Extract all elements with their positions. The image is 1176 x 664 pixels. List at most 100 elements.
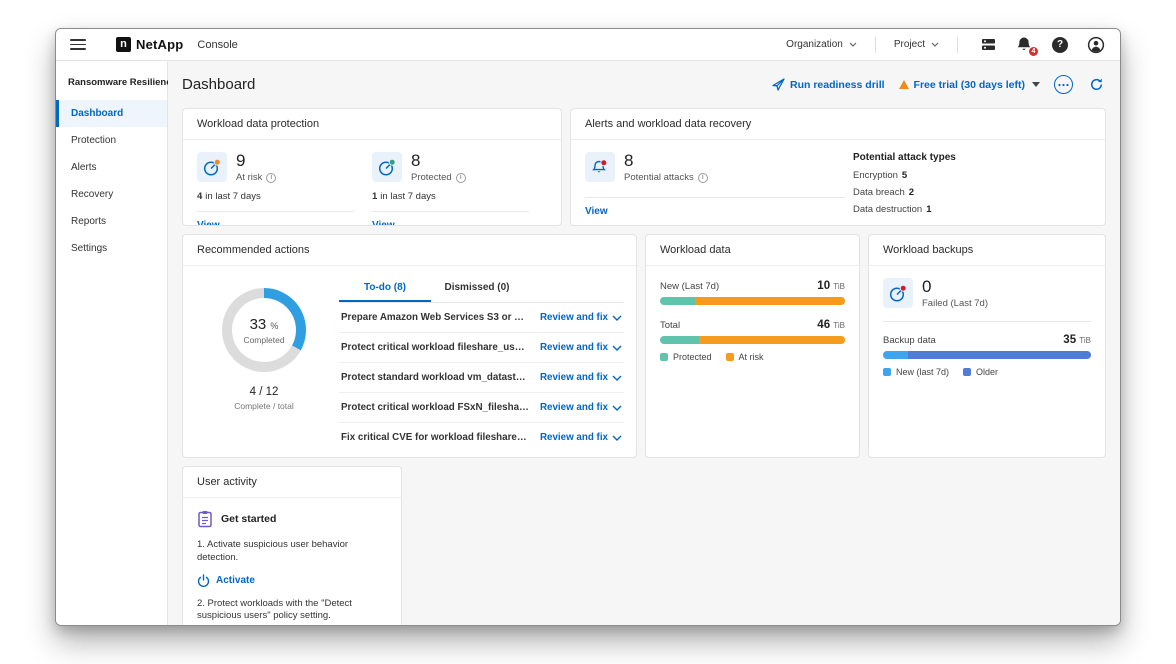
attack-type-row: Encryption5 bbox=[853, 170, 956, 181]
at-risk-count: 9 bbox=[236, 152, 276, 169]
main-content: Dashboard Run readiness drill Free trial… bbox=[168, 61, 1120, 626]
completion-ratio-caption: Complete / total bbox=[234, 401, 294, 411]
info-icon[interactable] bbox=[456, 173, 466, 183]
divider bbox=[875, 37, 876, 53]
workload-data-protection-card: Workload data protection bbox=[182, 108, 562, 226]
help-icon[interactable] bbox=[1050, 35, 1070, 55]
chevron-down-icon bbox=[612, 345, 622, 351]
notification-badge: 4 bbox=[1028, 46, 1039, 57]
connector-icon[interactable] bbox=[978, 35, 998, 55]
chevron-down-icon bbox=[612, 315, 622, 321]
bar-value: 35 TiB bbox=[1063, 334, 1091, 346]
failed-backups-icon bbox=[883, 278, 913, 308]
product-name: Console bbox=[197, 39, 237, 51]
get-started-label: Get started bbox=[221, 513, 276, 525]
completion-percent: 33 bbox=[250, 316, 267, 333]
step-2-text: 2. Protect workloads with the "Detect su… bbox=[197, 598, 387, 624]
sidebar-title: Ransomware Resilience bbox=[56, 73, 167, 100]
activate-button[interactable]: Activate bbox=[197, 574, 387, 587]
bar-label: Backup data bbox=[883, 335, 936, 346]
info-icon[interactable] bbox=[698, 173, 708, 183]
action-row: Protect critical workload FSxN_fileshare… bbox=[339, 393, 624, 423]
sidebar-item-alerts[interactable]: Alerts bbox=[56, 154, 167, 181]
netapp-logo: NetApp bbox=[116, 37, 183, 52]
action-row: Prepare Amazon Web Services S3 or Storag… bbox=[339, 303, 624, 333]
action-text: Prepare Amazon Web Services S3 or Storag… bbox=[341, 312, 540, 323]
protected-stat: 8 Protected 1in last 7 days View bbox=[372, 152, 547, 226]
completion-donut-block: 33 % Completed 4 / 12 Complete / total bbox=[189, 276, 339, 452]
completion-ratio: 4 / 12 bbox=[250, 386, 279, 398]
warning-icon bbox=[899, 80, 909, 89]
review-and-fix-link[interactable]: Review and fix bbox=[540, 312, 622, 323]
total-data-bar bbox=[660, 336, 845, 344]
sidebar-item-recovery[interactable]: Recovery bbox=[56, 181, 167, 208]
review-and-fix-link[interactable]: Review and fix bbox=[540, 432, 622, 443]
tab-todo[interactable]: To-do (8) bbox=[339, 276, 431, 302]
organization-dropdown[interactable]: Organization bbox=[780, 39, 863, 50]
refresh-button[interactable] bbox=[1087, 75, 1106, 94]
action-text: Protect critical workload fileshare_uswe… bbox=[341, 342, 540, 353]
recommended-actions-tabs: To-do (8) Dismissed (0) bbox=[339, 276, 624, 303]
completion-caption: Completed bbox=[243, 335, 284, 345]
chevron-down-icon bbox=[612, 405, 622, 411]
alerts-recovery-card: Alerts and workload data recovery bbox=[570, 108, 1106, 226]
workload-backups-legend: New (last 7d) Older bbox=[883, 367, 1091, 377]
more-options-button[interactable] bbox=[1054, 75, 1073, 94]
sidebar-item-settings[interactable]: Settings bbox=[56, 235, 167, 262]
card-title: Alerts and workload data recovery bbox=[571, 109, 1105, 140]
notifications-bell-icon[interactable]: 4 bbox=[1014, 35, 1034, 55]
bar-label: Total bbox=[660, 320, 680, 331]
card-title: User activity bbox=[183, 467, 401, 498]
action-text: Protect standard workload vm_datastore_u… bbox=[341, 372, 540, 383]
sidebar-item-dashboard[interactable]: Dashboard bbox=[56, 100, 167, 127]
view-protected-link[interactable]: View bbox=[372, 220, 395, 226]
attack-types-title: Potential attack types bbox=[853, 152, 956, 163]
chevron-down-icon bbox=[849, 42, 857, 47]
attack-type-row: Data destruction1 bbox=[853, 204, 956, 215]
project-label: Project bbox=[894, 39, 925, 50]
protected-count: 8 bbox=[411, 152, 466, 169]
sidebar-item-protection[interactable]: Protection bbox=[56, 127, 167, 154]
protected-delta: 1in last 7 days bbox=[372, 191, 529, 202]
review-and-fix-link[interactable]: Review and fix bbox=[540, 402, 622, 413]
power-icon bbox=[197, 574, 210, 587]
account-icon[interactable] bbox=[1086, 35, 1106, 55]
netapp-logo-mark-icon bbox=[116, 37, 131, 52]
attack-type-row: Data breach2 bbox=[853, 187, 956, 198]
brand-name: NetApp bbox=[136, 37, 183, 52]
at-risk-stat: 9 At risk 4in last 7 days View bbox=[197, 152, 372, 226]
refresh-icon bbox=[1089, 77, 1104, 92]
tab-dismissed[interactable]: Dismissed (0) bbox=[431, 276, 523, 302]
backup-data-bar bbox=[883, 351, 1091, 359]
action-row: Protect standard workload vm_datastore_u… bbox=[339, 363, 624, 393]
bar-label: New (Last 7d) bbox=[660, 281, 719, 292]
potential-attack-types: Potential attack types Encryption5 Data … bbox=[853, 152, 956, 221]
user-activity-card: User activity Get started bbox=[182, 466, 402, 626]
chevron-down-icon bbox=[612, 375, 622, 381]
action-text: Fix critical CVE for workload fileshare_… bbox=[341, 432, 540, 443]
hamburger-menu-icon[interactable] bbox=[70, 39, 86, 50]
workload-data-card: Workload data New (Last 7d) 10 TiB bbox=[645, 234, 860, 458]
potential-attacks-count: 8 bbox=[624, 152, 708, 169]
action-row: Protect critical workload fileshare_uswe… bbox=[339, 333, 624, 363]
bar-value: 10 TiB bbox=[817, 280, 845, 292]
view-at-risk-link[interactable]: View bbox=[197, 220, 220, 226]
review-and-fix-link[interactable]: Review and fix bbox=[540, 342, 622, 353]
card-title: Workload backups bbox=[869, 235, 1105, 266]
review-and-fix-link[interactable]: Review and fix bbox=[540, 372, 622, 383]
completion-donut: 33 % Completed bbox=[222, 288, 306, 372]
sidebar: Ransomware Resilience Dashboard Protecti… bbox=[56, 61, 168, 626]
view-attacks-link[interactable]: View bbox=[585, 206, 608, 217]
chevron-down-icon bbox=[612, 435, 622, 441]
info-icon[interactable] bbox=[266, 173, 276, 183]
project-dropdown[interactable]: Project bbox=[888, 39, 945, 50]
free-trial-dropdown[interactable]: Free trial (30 days left) bbox=[899, 79, 1040, 91]
potential-attacks-icon bbox=[585, 152, 615, 182]
run-readiness-drill-button[interactable]: Run readiness drill bbox=[772, 78, 885, 91]
caret-down-icon bbox=[1032, 82, 1040, 87]
chevron-down-icon bbox=[931, 42, 939, 47]
sidebar-item-reports[interactable]: Reports bbox=[56, 208, 167, 235]
workload-at-risk-icon bbox=[197, 152, 227, 182]
card-title: Recommended actions bbox=[183, 235, 636, 266]
ellipsis-icon bbox=[1058, 83, 1069, 87]
